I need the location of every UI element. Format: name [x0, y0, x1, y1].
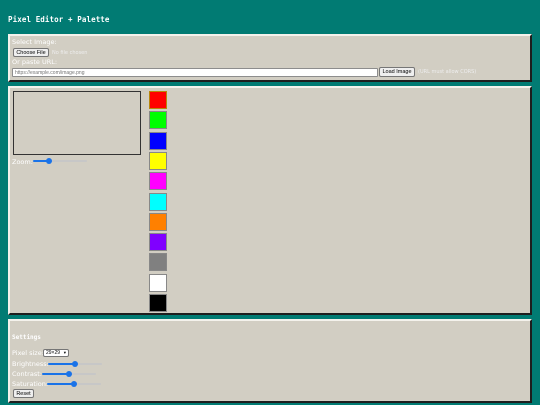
- zoom-label: Zoom:: [12, 158, 33, 166]
- contrast-label: Contrast:: [12, 370, 42, 378]
- pixel-canvas[interactable]: [13, 91, 141, 155]
- brightness-slider-thumb[interactable]: [72, 360, 78, 367]
- palette-swatch[interactable]: [149, 294, 167, 312]
- palette-swatch[interactable]: [149, 131, 167, 150]
- palette-swatch[interactable]: [149, 253, 167, 272]
- brightness-slider-fill: [48, 362, 75, 365]
- contrast-slider-thumb[interactable]: [66, 370, 72, 377]
- load-image-panel: Select Image: Choose File No file chosen…: [8, 34, 532, 82]
- contrast-slider[interactable]: [42, 370, 96, 377]
- pixel-size-value: 29×29: [46, 350, 61, 356]
- saturation-slider-fill: [47, 382, 74, 385]
- contrast-slider-fill: [42, 372, 69, 375]
- editor-panel: Zoom:: [8, 86, 532, 315]
- reset-button[interactable]: Reset: [13, 389, 34, 398]
- palette-swatch[interactable]: [149, 192, 167, 211]
- url-input[interactable]: https://example.com/image.png: [12, 68, 378, 77]
- url-label: Or paste URL:: [12, 58, 58, 66]
- brightness-slider[interactable]: [48, 360, 102, 367]
- zoom-slider-thumb[interactable]: [46, 158, 53, 164]
- chevron-down-icon: ▾: [63, 350, 66, 355]
- url-input-placeholder: https://example.com/image.png: [15, 69, 85, 76]
- saturation-slider-thumb[interactable]: [71, 380, 77, 387]
- palette-swatch[interactable]: [149, 172, 167, 191]
- select-image-label: Select Image:: [12, 38, 57, 46]
- pixel-size-label: Pixel size:: [12, 349, 44, 357]
- file-status-text: No file chosen: [52, 50, 88, 56]
- palette-swatch[interactable]: [149, 111, 167, 130]
- palette-swatch[interactable]: [149, 233, 167, 252]
- palette-swatch[interactable]: [149, 91, 167, 109]
- choose-file-button[interactable]: Choose File: [13, 48, 49, 57]
- pixel-size-select[interactable]: 29×29 ▾: [43, 349, 69, 357]
- palette-swatch[interactable]: [149, 273, 167, 292]
- brightness-label: Brightness:: [12, 360, 49, 368]
- saturation-slider[interactable]: [47, 380, 101, 387]
- settings-panel: Settings Pixel size: 29×29 ▾ Brightness:…: [8, 319, 532, 403]
- cors-note: (URL must allow CORS): [418, 69, 477, 75]
- saturation-label: Saturation:: [12, 380, 49, 388]
- settings-title: Settings: [12, 334, 41, 341]
- palette-swatch[interactable]: [149, 151, 167, 170]
- zoom-slider[interactable]: [33, 158, 87, 164]
- palette-swatch[interactable]: [149, 212, 167, 231]
- app-title: Pixel Editor + Palette: [8, 15, 110, 24]
- load-image-button[interactable]: Load Image: [379, 67, 415, 77]
